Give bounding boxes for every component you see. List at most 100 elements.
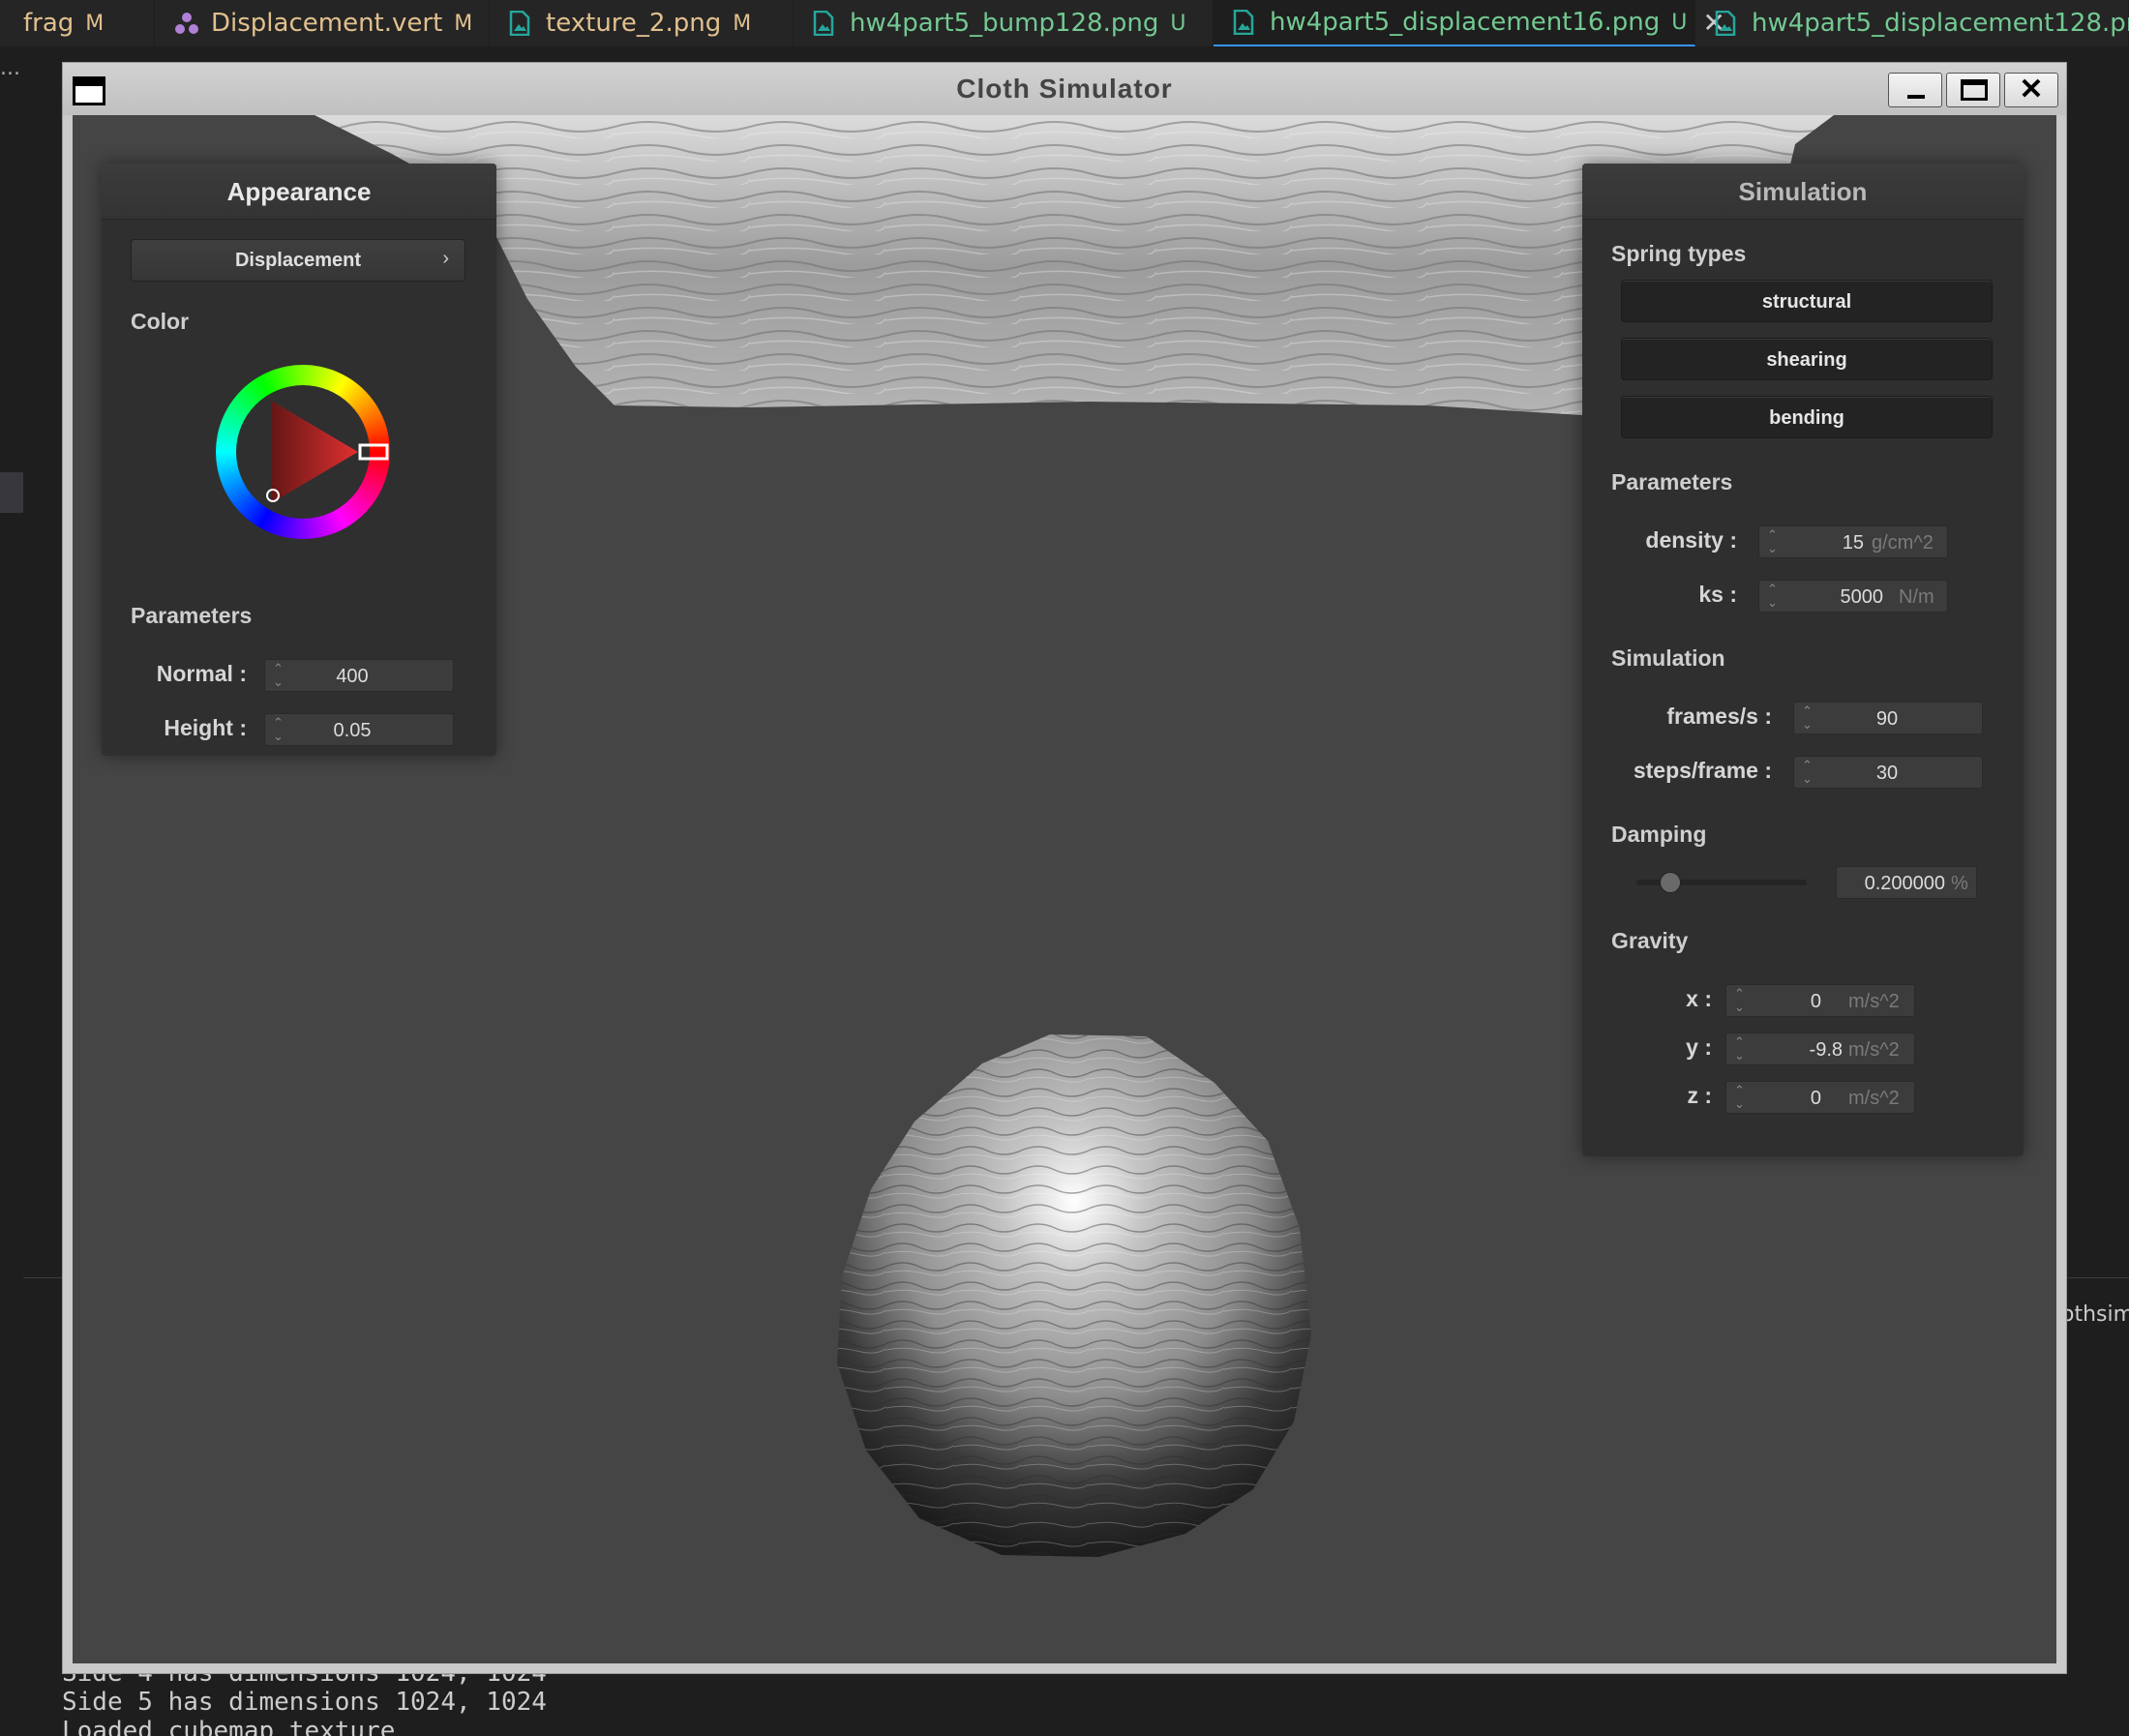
maximize-icon xyxy=(1961,79,1988,101)
editor-tab[interactable]: hw4part5_displacement128.pngU xyxy=(1695,0,2129,46)
terminal-tab-label[interactable]: othsim xyxy=(2061,1302,2129,1327)
damping-slider[interactable] xyxy=(1636,872,1807,893)
gravity-z-label: z : xyxy=(1687,1083,1712,1108)
spinner-icon[interactable]: ⌃ ⌄ xyxy=(1802,704,1813,732)
gravity-z-unit: m/s^2 xyxy=(1848,1088,1900,1109)
git-status-badge: U xyxy=(1170,11,1186,36)
gravity-z-value: 0 xyxy=(1810,1088,1821,1109)
image-file-icon xyxy=(1715,10,1736,37)
simulation-section-label: Simulation xyxy=(1611,645,1725,671)
gravity-x-value: 0 xyxy=(1810,991,1821,1012)
ks-unit: N/m xyxy=(1899,586,1934,608)
structural-toggle[interactable]: structural xyxy=(1621,280,1993,322)
damping-unit: % xyxy=(1951,873,1968,894)
image-file-icon xyxy=(509,10,530,37)
close-button[interactable]: ✕ xyxy=(2004,73,2058,107)
maximize-button[interactable] xyxy=(1946,73,2000,107)
close-icon: ✕ xyxy=(2019,74,2044,105)
fps-field[interactable]: ⌃ ⌄ 90 xyxy=(1793,702,1983,734)
gravity-y-unit: m/s^2 xyxy=(1848,1039,1900,1061)
damping-slider-handle[interactable] xyxy=(1660,872,1682,893)
editor-tab-label: hw4part5_displacement128.png xyxy=(1752,9,2129,38)
gravity-x-unit: m/s^2 xyxy=(1848,991,1900,1012)
explorer-selection xyxy=(0,472,23,513)
editor-tab-bar: frag M Displacement.vert Mtexture_2.png Mhw4… xyxy=(0,0,2129,46)
image-file-icon xyxy=(813,10,834,37)
density-label: density : xyxy=(1645,527,1737,553)
steps-value: 30 xyxy=(1875,763,1899,784)
color-wheel-picker[interactable] xyxy=(211,360,395,544)
spinner-icon[interactable]: ⌃ ⌄ xyxy=(1734,987,1745,1014)
gravity-x-field[interactable]: ⌃ ⌄ 0 m/s^2 xyxy=(1725,984,1915,1017)
gravity-y-value: -9.8 xyxy=(1809,1039,1843,1061)
git-status-badge: M xyxy=(454,11,473,36)
appearance-panel-title[interactable]: Appearance xyxy=(102,164,496,220)
editor-tab-label: hw4part5_displacement16.png xyxy=(1270,8,1661,37)
color-section-label: Color xyxy=(131,309,190,334)
minimize-button[interactable] xyxy=(1888,73,1942,107)
terminal-line: Loaded cubemap texture xyxy=(62,1717,396,1736)
spinner-icon[interactable]: ⌃ ⌄ xyxy=(1734,1035,1745,1063)
editor-tab-label: hw4part5_bump128.png xyxy=(850,9,1159,38)
editor-tab-label: frag xyxy=(23,9,75,38)
ks-field[interactable]: ⌃ ⌄ 5000 N/m xyxy=(1758,580,1948,613)
spring-types-label: Spring types xyxy=(1611,241,1747,266)
appearance-panel: Appearance Displacement › Color Paramete… xyxy=(102,164,496,756)
gravity-label: Gravity xyxy=(1611,928,1689,953)
damping-field[interactable]: 0.200000 % xyxy=(1836,866,1977,899)
normal-value: 400 xyxy=(336,666,369,687)
fps-label: frames/s : xyxy=(1666,703,1772,729)
shader-dropdown[interactable]: Displacement › xyxy=(131,239,465,282)
gravity-y-label: y : xyxy=(1686,1034,1712,1060)
spinner-icon[interactable]: ⌃ ⌄ xyxy=(1802,759,1813,786)
window-title: Cloth Simulator xyxy=(956,74,1173,104)
editor-tab-label: Displacement.vert xyxy=(211,9,443,38)
editor-tab[interactable]: Displacement.vert M xyxy=(155,0,490,46)
gravity-y-field[interactable]: ⌃ ⌄ -9.8 m/s^2 xyxy=(1725,1033,1915,1065)
spinner-icon[interactable]: ⌃ ⌄ xyxy=(273,716,284,743)
steps-field[interactable]: ⌃ ⌄ 30 xyxy=(1793,756,1983,789)
window-titlebar[interactable]: Cloth Simulator ✕ xyxy=(63,63,2066,115)
gravity-x-label: x : xyxy=(1686,986,1712,1011)
ks-label: ks : xyxy=(1698,582,1737,607)
cloth-simulator-window: Cloth Simulator ✕ Appearance Displacemen… xyxy=(62,62,2067,1674)
git-status-badge: M xyxy=(85,11,105,36)
bending-toggle[interactable]: bending xyxy=(1621,396,1993,438)
terminal-line: Side 5 has dimensions 1024, 1024 xyxy=(62,1688,547,1717)
spinner-icon[interactable]: ⌃ ⌄ xyxy=(1767,583,1778,610)
spinner-icon[interactable]: ⌃ ⌄ xyxy=(1734,1084,1745,1111)
editor-tab[interactable]: hw4part5_displacement16.png U ✕ xyxy=(1214,0,1725,46)
editor-tab[interactable]: texture_2.png M xyxy=(490,0,794,46)
sphere-mesh xyxy=(837,1034,1311,1557)
editor-tab[interactable]: hw4part5_bump128.png U xyxy=(794,0,1214,46)
git-status-badge: U xyxy=(1671,10,1688,35)
simulation-panel-title[interactable]: Simulation xyxy=(1582,164,2024,220)
height-value: 0.05 xyxy=(333,720,372,741)
normal-field[interactable]: ⌃ ⌄ 400 xyxy=(264,659,454,692)
density-value: 15 xyxy=(1842,532,1864,554)
shader-dropdown-value: Displacement xyxy=(234,250,362,271)
steps-label: steps/frame : xyxy=(1633,758,1772,783)
normal-label: Normal : xyxy=(156,661,247,686)
height-label: Height : xyxy=(164,715,247,740)
spinner-icon[interactable]: ⌃ ⌄ xyxy=(273,662,284,689)
spinner-icon[interactable]: ⌃ ⌄ xyxy=(1767,528,1778,555)
simulation-panel: Simulation Spring types structural shear… xyxy=(1582,164,2024,1156)
damping-label: Damping xyxy=(1611,822,1707,847)
height-field[interactable]: ⌃ ⌄ 0.05 xyxy=(264,713,454,746)
density-unit: g/cm^2 xyxy=(1872,532,1934,554)
shearing-toggle[interactable]: shearing xyxy=(1621,338,1993,380)
sim-parameters-label: Parameters xyxy=(1611,469,1733,494)
more-actions-icon[interactable]: ... xyxy=(0,56,20,80)
image-file-icon xyxy=(1233,9,1254,36)
render-viewport[interactable]: Appearance Displacement › Color Paramete… xyxy=(73,115,2056,1663)
fps-value: 90 xyxy=(1875,708,1899,730)
minimize-icon xyxy=(1907,95,1925,99)
shader-file-icon xyxy=(174,11,198,36)
ks-value: 5000 xyxy=(1840,586,1884,608)
density-field[interactable]: ⌃ ⌄ 15 g/cm^2 xyxy=(1758,525,1948,558)
gravity-z-field[interactable]: ⌃ ⌄ 0 m/s^2 xyxy=(1725,1081,1915,1114)
appearance-parameters-label: Parameters xyxy=(131,603,253,628)
editor-tab[interactable]: frag M xyxy=(0,0,155,46)
editor-tab-label: texture_2.png xyxy=(546,9,722,38)
